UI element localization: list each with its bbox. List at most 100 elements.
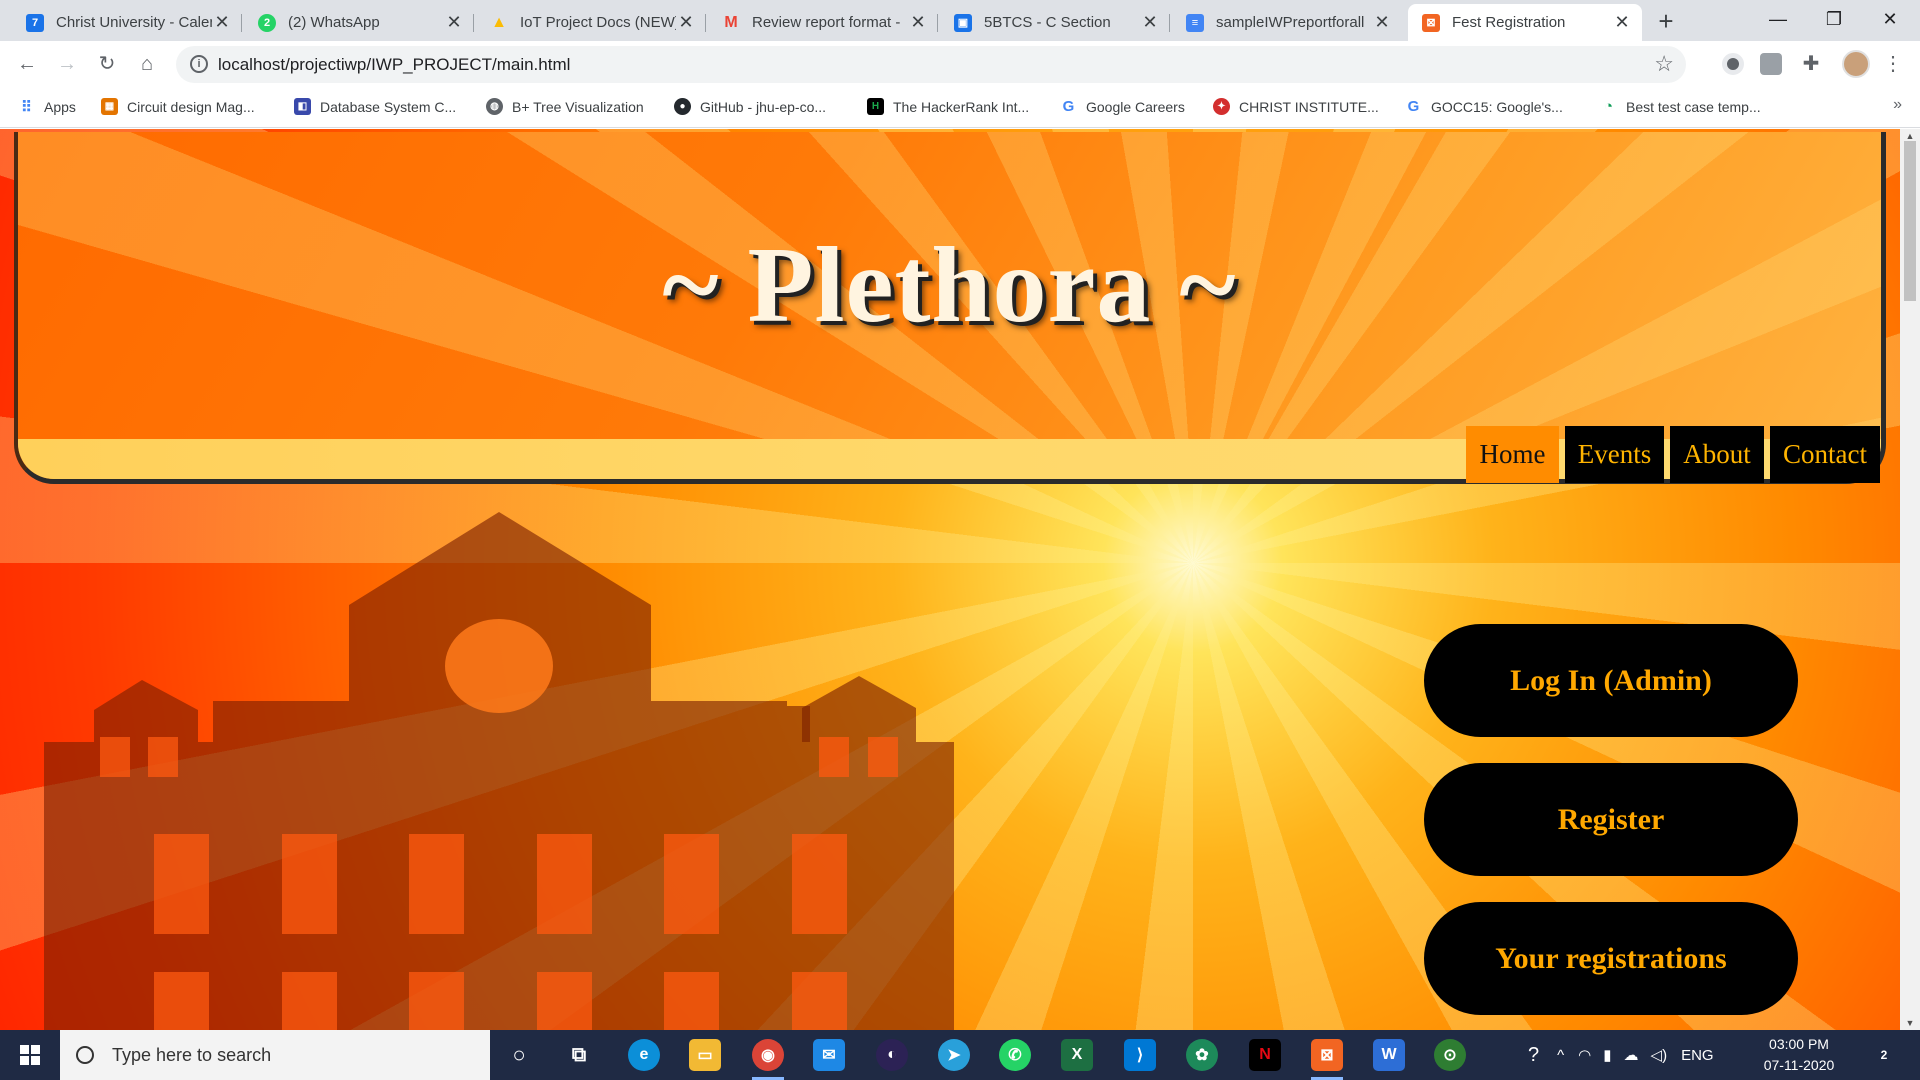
word-icon[interactable]: W [1373, 1039, 1405, 1071]
register-button[interactable]: Register [1424, 763, 1798, 876]
bookmark-google-careers[interactable]: G Google Careers [1060, 98, 1185, 115]
scroll-up-icon[interactable]: ▲ [1900, 131, 1920, 141]
github-icon: ● [674, 98, 691, 115]
close-tab-icon[interactable]: ✕ [444, 12, 464, 33]
chrome-icon[interactable]: ◉ [752, 1039, 784, 1080]
cloud-icon[interactable]: ☁ [1624, 1046, 1639, 1064]
tab-whatsapp[interactable]: 2 (2) WhatsApp ✕ [244, 4, 474, 41]
page-viewport: ~ Plethora ~ Home Events About Contact L… [0, 129, 1900, 1030]
xampp-icon[interactable]: ⊠ [1311, 1039, 1343, 1080]
netflix-icon[interactable]: N [1249, 1039, 1281, 1071]
tab-sample-report[interactable]: ≡ sampleIWPreportforall ✕ [1172, 4, 1402, 41]
database-icon: ◧ [294, 98, 311, 115]
bookmark-circuit-design[interactable]: ▦ Circuit design Mag... [101, 98, 255, 115]
bookmark-test-case[interactable]: ◔ Best test case temp... [1600, 98, 1761, 115]
volume-icon[interactable]: ◁) [1651, 1046, 1668, 1064]
help-icon[interactable]: ? [1528, 1044, 1539, 1067]
search-icon [76, 1046, 94, 1064]
tab-fest-registration[interactable]: ⊠ Fest Registration ✕ [1408, 4, 1642, 41]
close-window-button[interactable]: ✕ [1862, 4, 1918, 34]
bookmark-bplus-tree[interactable]: ◍ B+ Tree Visualization [486, 98, 644, 115]
tab-iot-docs[interactable]: ▲ IoT Project Docs (NEW) ✕ [476, 4, 706, 41]
file-explorer-icon[interactable]: ▭ [689, 1039, 721, 1071]
close-tab-icon[interactable]: ✕ [676, 12, 696, 33]
scrollbar-thumb[interactable] [1904, 141, 1916, 301]
mail-icon[interactable]: ✉ [813, 1039, 845, 1071]
main-nav: Home Events About Contact [1466, 426, 1880, 483]
bookmarks-overflow-icon[interactable]: » [1893, 96, 1902, 114]
wifi-icon[interactable]: ◠ [1578, 1046, 1591, 1064]
tab-christ-calendar[interactable]: 7 Christ University - Calen ✕ [12, 4, 242, 41]
bookmark-star-icon[interactable]: ☆ [1654, 51, 1674, 77]
restore-button[interactable]: ❐ [1806, 4, 1862, 34]
back-button[interactable]: ← [12, 49, 42, 79]
eclipse-icon[interactable]: ◐ [876, 1039, 908, 1071]
chevron-up-icon[interactable]: ^ [1557, 1047, 1564, 1064]
bookmark-github[interactable]: ● GitHub - jhu-ep-co... [674, 98, 826, 115]
close-tab-icon[interactable]: ✕ [908, 12, 928, 33]
minimize-button[interactable]: — [1750, 4, 1806, 34]
telegram-icon[interactable]: ➤ [938, 1039, 970, 1071]
url-text[interactable]: localhost/projectiwp/IWP_PROJECT/main.ht… [218, 55, 570, 75]
bookmark-gocc15[interactable]: G GOCC15: Google's... [1405, 98, 1563, 115]
tab-5btcs[interactable]: ▣ 5BTCS - C Section ✕ [940, 4, 1170, 41]
task-view-icon[interactable]: ⧉ [563, 1039, 595, 1071]
docs-icon: ≡ [1186, 13, 1204, 32]
login-admin-button[interactable]: Log In (Admin) [1424, 624, 1798, 737]
nav-contact[interactable]: Contact [1770, 426, 1880, 483]
whatsapp-icon: 2 [258, 13, 276, 32]
close-tab-icon[interactable]: ✕ [1372, 12, 1392, 33]
vscode-icon[interactable]: ⟩ [1124, 1039, 1156, 1071]
notification-icon[interactable]: 2 [1868, 1039, 1900, 1071]
close-tab-icon[interactable]: ✕ [1140, 12, 1160, 33]
building-silhouette-image [44, 512, 954, 1030]
bookmark-apps[interactable]: ⠿ Apps [18, 98, 76, 116]
microphone-icon[interactable]: ▮ [1603, 1046, 1611, 1064]
nav-home[interactable]: Home [1466, 426, 1559, 483]
forward-button[interactable]: → [52, 49, 82, 79]
testcase-icon: ◔ [1603, 98, 1614, 115]
clock-date: 07-11-2020 [1763, 1057, 1835, 1073]
start-button[interactable] [0, 1030, 60, 1080]
app-icon[interactable]: ✿ [1186, 1039, 1218, 1071]
bookmark-hackerrank[interactable]: H The HackerRank Int... [867, 98, 1029, 115]
google-icon: G [1407, 98, 1420, 115]
edge-icon[interactable]: e [628, 1039, 660, 1071]
avatar[interactable] [1842, 50, 1870, 78]
address-bar[interactable]: i localhost/projectiwp/IWP_PROJECT/main.… [176, 46, 1686, 83]
tab-gmail-review[interactable]: M Review report format - ✕ [708, 4, 938, 41]
whatsapp-icon[interactable]: ✆ [999, 1039, 1031, 1071]
hackerrank-icon: H [867, 98, 884, 115]
excel-icon[interactable]: X [1061, 1039, 1093, 1071]
calendar-icon: 7 [26, 13, 44, 32]
extension-icon[interactable] [1722, 53, 1744, 75]
page-scrollbar[interactable]: ▲ ▼ [1900, 129, 1920, 1030]
home-button[interactable]: ⌂ [132, 49, 162, 79]
clock[interactable]: 03:00 PM 07-11-2020 [1754, 1034, 1844, 1076]
scroll-down-icon[interactable]: ▼ [1900, 1018, 1920, 1028]
close-tab-icon[interactable]: ✕ [1612, 12, 1632, 33]
windows-taskbar: Type here to search ○ ⧉ e ▭ ◉ ✉ ◐ ➤ ✆ X … [0, 1030, 1920, 1080]
cortana-icon[interactable]: ○ [503, 1039, 535, 1071]
browser-toolbar: ← → ↻ ⌂ i localhost/projectiwp/IWP_PROJE… [0, 41, 1920, 88]
puzzle-icon[interactable]: ✚ [1800, 53, 1822, 75]
close-tab-icon[interactable]: ✕ [212, 12, 232, 33]
clock-time: 03:00 PM [1769, 1036, 1829, 1052]
maps-icon[interactable]: ⊙ [1434, 1039, 1466, 1071]
globe-icon: ◍ [486, 98, 503, 115]
browser-tab-strip: 7 Christ University - Calen ✕ 2 (2) What… [0, 0, 1920, 41]
language-indicator[interactable]: ENG [1681, 1047, 1714, 1064]
new-tab-button[interactable]: + [1652, 8, 1680, 36]
nav-events[interactable]: Events [1565, 426, 1664, 483]
your-registrations-button[interactable]: Your registrations [1424, 902, 1798, 1015]
google-icon: G [1062, 98, 1075, 115]
taskbar-search[interactable]: Type here to search [60, 1030, 490, 1080]
drive-icon: ▲ [491, 13, 507, 31]
site-info-icon[interactable]: i [190, 55, 208, 73]
bookmark-database-system[interactable]: ◧ Database System C... [294, 98, 456, 115]
nav-about[interactable]: About [1670, 426, 1764, 483]
reload-button[interactable]: ↻ [92, 49, 122, 79]
menu-icon[interactable]: ⋮ [1878, 49, 1908, 79]
extension-icon[interactable] [1760, 53, 1782, 75]
bookmark-christ-institute[interactable]: ✦ CHRIST INSTITUTE... [1213, 98, 1379, 115]
